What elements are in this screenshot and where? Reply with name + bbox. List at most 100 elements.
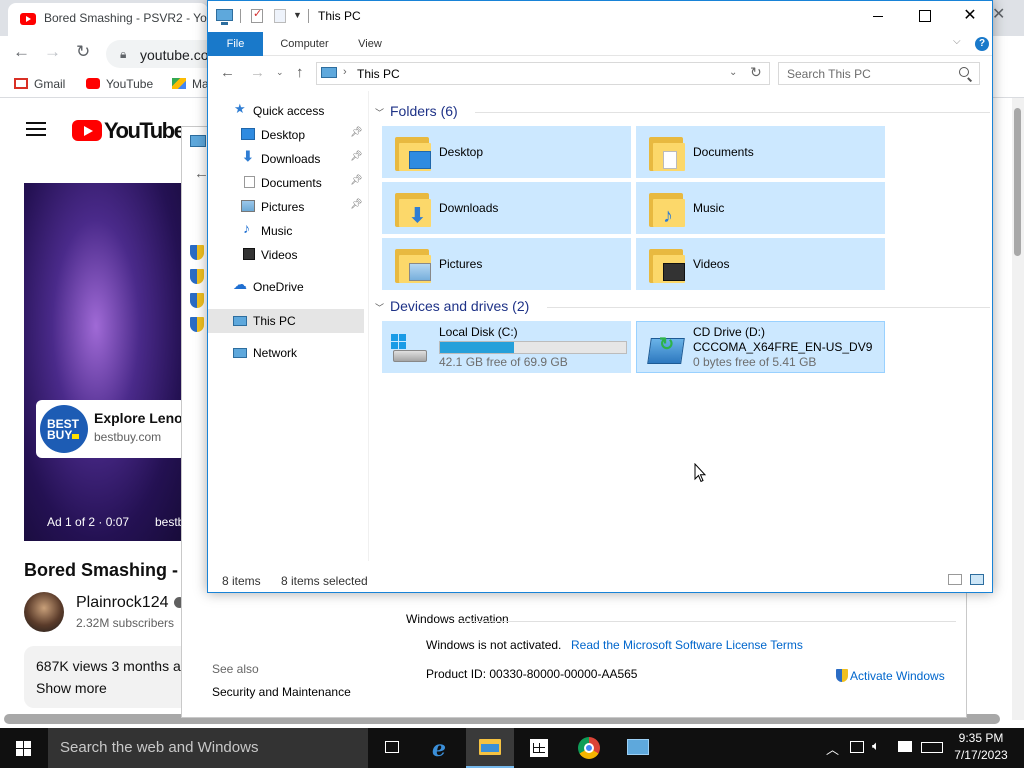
uac-shield-icon[interactable] [190,245,204,260]
back-arrow-icon[interactable]: ← [220,64,235,81]
title-bar[interactable]: ▼ This PC ✕ [208,1,992,32]
collapse-chevron-icon[interactable]: ﹀ [375,106,384,119]
nav-onedrive[interactable]: ☁ OneDrive [208,275,364,299]
file-explorer-window: ▼ This PC ✕ File Computer View ⌵ ? ← → ⌄… [207,0,993,593]
download-arrow-icon: ⬇ [242,148,254,164]
bookmark-maps[interactable]: Ma [172,77,209,91]
folder-tile-documents[interactable]: Documents [636,126,885,178]
pin-icon[interactable]: 📌︎ [350,175,363,186]
folder-tile-pictures[interactable]: Pictures [382,238,631,290]
nav-documents[interactable]: Documents 📌︎ [208,171,364,195]
address-dropdown-icon[interactable]: ⌄ [729,67,737,78]
taskbar-chrome[interactable] [565,728,613,768]
forward-arrow-icon[interactable]: → [250,64,265,81]
help-icon[interactable]: ? [975,37,989,51]
subscriber-count: 2.32M subscribers [76,616,175,630]
close-button[interactable]: ✕ [947,1,992,31]
folder-tile-downloads[interactable]: ⬇ Downloads [382,182,631,234]
show-more-button[interactable]: Show more [36,680,107,696]
maximize-button[interactable] [901,1,947,31]
nav-network[interactable]: Network [208,341,364,365]
tiles-view-icon[interactable] [970,574,984,585]
search-box[interactable] [778,62,980,85]
browser-tab[interactable]: Bored Smashing - PSVR2 - Yo [8,3,208,36]
up-arrow-icon[interactable]: ↑ [296,64,304,81]
divider [462,621,956,622]
channel-avatar[interactable] [24,592,64,632]
details-view-icon[interactable] [948,574,962,585]
taskbar-system[interactable] [614,728,662,768]
drives-group-header[interactable]: ﹀ Devices and drives (2) [375,297,990,317]
folder-tile-videos[interactable]: Videos [636,238,885,290]
drive-free-space: 0 bytes free of 5.41 GB [693,355,817,369]
security-maintenance-link[interactable]: Security and Maintenance [212,685,351,699]
clock-time[interactable]: 9:35 PM [952,731,1010,745]
channel-name[interactable]: Plainrock124 [76,594,169,612]
collapse-chevron-icon[interactable]: ﹀ [375,301,384,314]
quick-access-toolbar-dropdown-icon[interactable]: ▼ [293,10,302,20]
taskbar-edge[interactable]: e [418,728,466,768]
browser-reload-icon[interactable]: ↻ [76,42,90,62]
drive-name: Local Disk (C:) [439,325,518,339]
taskbar-store[interactable] [515,728,563,768]
license-terms-link[interactable]: Read the Microsoft Software License Term… [571,638,803,652]
show-hidden-icons-chevron-icon[interactable]: ︿ [826,739,839,758]
uac-shield-icon[interactable] [190,269,204,284]
tab-view[interactable]: View [346,32,394,56]
network-tray-icon[interactable] [850,741,864,753]
pin-icon[interactable]: 📌︎ [350,151,363,162]
folders-group-header[interactable]: ﹀ Folders (6) [375,102,990,122]
expand-ribbon-icon[interactable]: ⌵ [953,36,961,47]
nav-downloads[interactable]: ⬇ Downloads 📌︎ [208,147,364,171]
uac-shield-icon[interactable] [190,293,204,308]
properties-icon[interactable] [251,7,263,23]
address-bar[interactable]: › This PC ⌄ ↻ [316,62,770,85]
this-pc-icon[interactable] [216,9,233,25]
browser-back-icon[interactable]: ← [13,42,30,62]
tab-file[interactable]: File [208,32,263,56]
nav-pictures[interactable]: Pictures 📌︎ [208,195,364,219]
browser-scrollbar-thumb[interactable] [1014,108,1021,256]
pin-icon[interactable]: 📌︎ [350,199,363,210]
folder-tile-desktop[interactable]: Desktop [382,126,631,178]
nav-videos[interactable]: Videos [208,243,364,267]
nav-desktop[interactable]: Desktop 📌︎ [208,123,364,147]
new-folder-icon[interactable] [274,9,286,23]
nav-music[interactable]: ♪ Music [208,219,364,243]
taskbar-search-box[interactable]: Search the web and Windows [48,728,368,768]
activate-windows-link[interactable]: Activate Windows [836,667,945,683]
folder-label: Downloads [439,201,499,215]
folder-tile-music[interactable]: ♪ Music [636,182,885,234]
tab-computer[interactable]: Computer [267,32,342,56]
nav-quick-access[interactable]: ★ Quick access [208,99,364,123]
hamburger-menu-icon[interactable] [26,122,46,136]
breadcrumb-chevron-icon[interactable]: › [343,66,347,78]
video-title: Bored Smashing - P [24,560,196,580]
search-input[interactable] [779,63,959,84]
search-icon[interactable] [959,67,969,77]
browser-close-icon[interactable]: ✕ [992,4,1005,24]
nav-this-pc[interactable]: This PC [208,309,364,333]
browser-forward-icon[interactable]: → [44,42,61,62]
group-title: Folders (6) [390,103,458,119]
uac-shield-icon[interactable] [190,317,204,332]
action-center-icon[interactable] [898,741,912,752]
drive-tile-c[interactable]: Local Disk (C:) 42.1 GB free of 69.9 GB [382,321,631,373]
breadcrumb[interactable]: This PC [357,67,400,81]
clock-date[interactable]: 7/17/2023 [952,748,1010,762]
bookmark-youtube[interactable]: YouTube [86,77,153,91]
pin-icon[interactable]: 📌︎ [350,127,363,138]
volume-muted-icon[interactable]: 🔈︎ [872,738,880,754]
recent-locations-icon[interactable]: ⌄ [276,67,284,78]
refresh-icon[interactable]: ↻ [750,64,762,81]
ad-card[interactable]: BEST BUY Explore Lenov bestbuy.com [36,400,190,458]
keyboard-icon[interactable] [921,742,943,753]
taskbar-file-explorer[interactable] [466,728,514,768]
video-description-box[interactable]: 687K views 3 months a Show more [24,646,194,708]
task-view-button[interactable] [368,728,416,768]
minimize-button[interactable] [855,1,901,31]
video-player[interactable] [24,183,184,541]
drive-tile-d[interactable]: ↻ CD Drive (D:) CCCOMA_X64FRE_EN-US_DV9 … [636,321,885,373]
bookmark-gmail[interactable]: Gmail [14,77,65,91]
start-button[interactable] [0,728,48,768]
